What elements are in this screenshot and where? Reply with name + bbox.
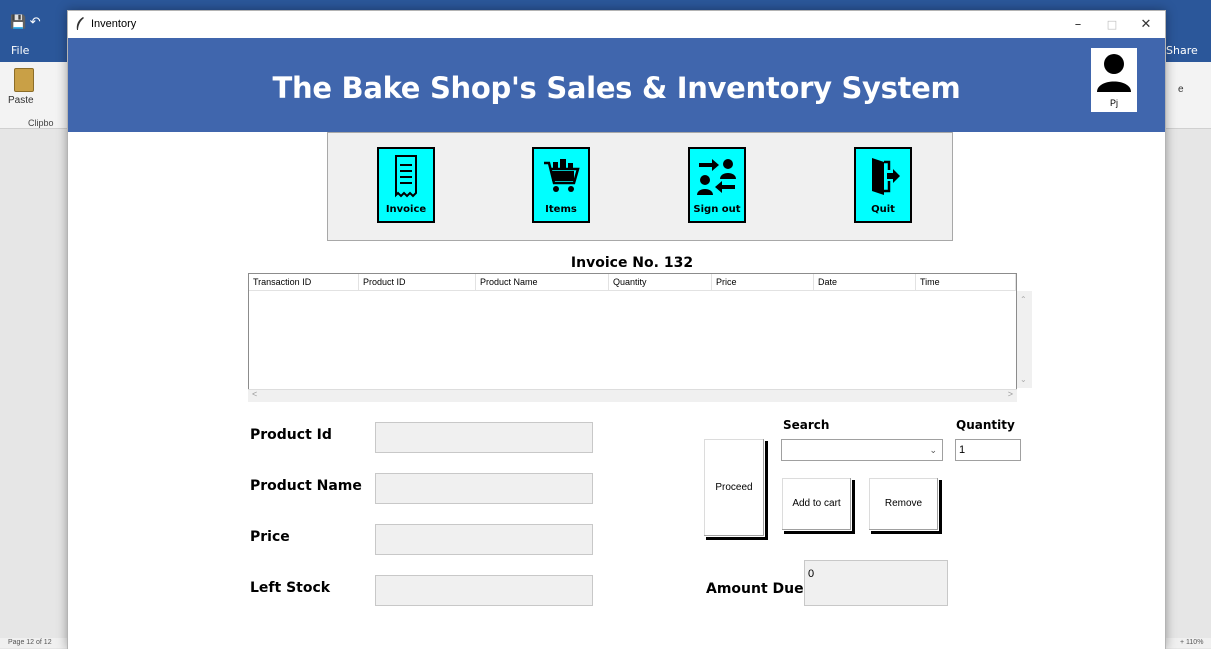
- receipt-icon: [395, 155, 417, 198]
- chevron-down-icon[interactable]: ⌄: [929, 445, 937, 456]
- product-name-label: Product Name: [250, 478, 362, 494]
- column-header-product-id[interactable]: Product ID: [359, 274, 476, 291]
- word-page-count: Page 12 of 12: [8, 639, 52, 646]
- word-ribbon-fragment: e: [1178, 84, 1184, 95]
- nav-bar: Invoice Items Sign out Quit: [327, 132, 953, 241]
- word-quick-access[interactable]: 💾 ↶: [10, 14, 41, 30]
- items-button[interactable]: Items: [532, 147, 590, 223]
- remove-button[interactable]: Remove: [868, 477, 939, 531]
- quantity-input[interactable]: 1: [955, 439, 1021, 461]
- word-zoom-level[interactable]: + 110%: [1180, 639, 1203, 646]
- column-header-date[interactable]: Date: [814, 274, 916, 291]
- paste-icon[interactable]: [14, 68, 34, 92]
- left-stock-label: Left Stock: [250, 580, 331, 596]
- invoice-button[interactable]: Invoice: [377, 147, 435, 223]
- scroll-left-icon[interactable]: <: [252, 389, 257, 399]
- inventory-window: Inventory – □ ✕ The Bake Shop's Sales & …: [67, 10, 1166, 649]
- column-header-transaction-id[interactable]: Transaction ID: [249, 274, 359, 291]
- scroll-right-icon[interactable]: >: [1008, 389, 1013, 399]
- user-avatar-icon: [1097, 54, 1131, 92]
- add-to-cart-button[interactable]: Add to cart: [781, 477, 852, 531]
- app-title: The Bake Shop's Sales & Inventory System: [272, 71, 961, 105]
- column-header-price[interactable]: Price: [712, 274, 814, 291]
- word-share-button[interactable]: Share: [1166, 44, 1198, 57]
- invoice-table[interactable]: Transaction ID Product ID Product Name Q…: [248, 273, 1017, 401]
- quantity-label: Quantity: [956, 418, 1015, 432]
- table-vertical-scrollbar[interactable]: ⌃ ⌄: [1017, 291, 1032, 388]
- product-name-field[interactable]: [375, 473, 593, 504]
- sign-out-button[interactable]: Sign out: [688, 147, 746, 223]
- product-id-label: Product Id: [250, 427, 332, 443]
- scroll-up-icon[interactable]: ⌃: [1020, 295, 1027, 304]
- amount-due-field: 0: [804, 560, 948, 606]
- close-button[interactable]: ✕: [1129, 11, 1163, 38]
- title-bar[interactable]: Inventory – □ ✕: [68, 11, 1165, 38]
- price-field[interactable]: [375, 524, 593, 555]
- sign-out-button-label: Sign out: [693, 204, 741, 215]
- column-header-quantity[interactable]: Quantity: [609, 274, 712, 291]
- user-name: Pj: [1109, 98, 1118, 108]
- invoice-button-label: Invoice: [385, 204, 427, 215]
- proceed-button[interactable]: Proceed: [703, 438, 765, 537]
- switch-user-icon: [697, 159, 736, 195]
- word-file-tab[interactable]: File: [11, 44, 29, 57]
- quit-button-label: Quit: [871, 204, 895, 215]
- search-dropdown[interactable]: ⌄: [781, 439, 943, 461]
- product-id-field[interactable]: [375, 422, 593, 453]
- word-paste-label[interactable]: Paste: [8, 95, 34, 106]
- table-horizontal-scrollbar[interactable]: < >: [248, 389, 1017, 402]
- app-header: The Bake Shop's Sales & Inventory System…: [68, 38, 1165, 132]
- items-button-label: Items: [545, 204, 577, 215]
- maximize-button[interactable]: □: [1095, 11, 1129, 38]
- exit-door-icon: [872, 158, 900, 195]
- invoice-number: Invoice No. 132: [570, 255, 694, 271]
- column-header-time[interactable]: Time: [916, 274, 1016, 291]
- left-stock-field[interactable]: [375, 575, 593, 606]
- window-title: Inventory: [91, 18, 137, 30]
- quit-button[interactable]: Quit: [854, 147, 912, 223]
- feather-icon: [76, 17, 84, 30]
- search-label: Search: [783, 418, 830, 432]
- amount-due-label: Amount Due: [706, 581, 804, 597]
- price-label: Price: [250, 529, 290, 545]
- word-clipboard-group-label: Clipbo: [28, 118, 54, 128]
- scroll-down-icon[interactable]: ⌄: [1020, 375, 1027, 384]
- shopping-cart-icon: [544, 159, 580, 192]
- column-header-product-name[interactable]: Product Name: [476, 274, 609, 291]
- user-avatar: Pj: [1091, 48, 1137, 112]
- minimize-button[interactable]: –: [1061, 11, 1095, 38]
